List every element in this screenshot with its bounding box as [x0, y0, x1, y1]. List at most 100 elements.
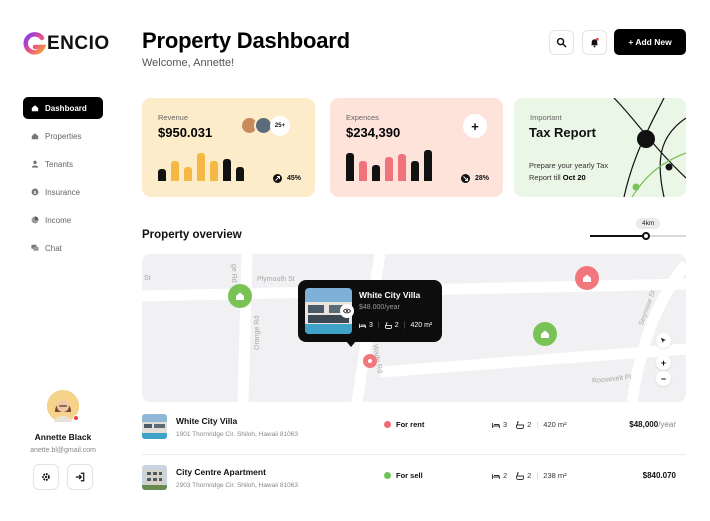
online-status-dot [73, 415, 79, 421]
bar [424, 150, 432, 181]
slider-track [646, 235, 686, 237]
map-pin-home[interactable] [575, 266, 599, 290]
bath-icon [516, 421, 525, 429]
distance-slider[interactable] [590, 232, 686, 240]
welcome-text: Welcome, Annette! [142, 57, 235, 69]
slider-knob[interactable] [642, 232, 650, 240]
more-avatars-badge: 25+ [270, 116, 290, 136]
avatar[interactable] [47, 390, 79, 422]
property-name: City Centre Apartment [176, 467, 266, 477]
page-title: Property Dashboard [142, 28, 350, 53]
expenses-card[interactable]: Expences $234,390 + 28% [330, 98, 503, 197]
property-specs: 2 2 | 238 m² [492, 471, 567, 480]
sidebar-item-insurance[interactable]: $ Insurance [23, 181, 103, 203]
logout-button[interactable] [67, 464, 93, 490]
search-button[interactable] [549, 30, 574, 55]
search-icon [556, 37, 567, 48]
property-address: 2903 Thornridge Cir. Shiloh, Hawaii 8106… [176, 482, 299, 489]
home-icon [541, 330, 549, 338]
property-popup[interactable]: White City Villa $48.000/year 3 | 2 | 420 … [298, 280, 442, 347]
bar [236, 167, 244, 181]
home-icon [236, 292, 244, 300]
tax-description: Prepare your yearly Tax Report till Oct … [529, 161, 609, 182]
popup-price: $48.000/year [359, 304, 400, 311]
bath-icon [384, 322, 392, 329]
add-new-button[interactable]: + Add New [614, 29, 686, 55]
sidebar-item-dashboard[interactable]: Dashboard [23, 97, 103, 119]
bar [411, 161, 419, 181]
map-pin-home[interactable] [228, 284, 252, 308]
revenue-avatars[interactable]: 25+ [240, 116, 290, 136]
table-row[interactable]: City Centre Apartment 2903 Thornridge Ci… [142, 459, 686, 499]
bed-icon [359, 323, 366, 329]
bar [385, 157, 393, 181]
trend-down-icon [460, 174, 470, 183]
brand-logo[interactable]: ENCIO [22, 31, 110, 57]
sidebar-nav: Dashboard Properties Tenants $ Insurance… [23, 97, 103, 265]
bath-icon [516, 472, 525, 480]
sidebar-item-properties[interactable]: Properties [23, 125, 103, 147]
popup-title: White City Villa [359, 290, 421, 300]
bar [346, 153, 354, 181]
add-expense-button[interactable]: + [463, 114, 487, 138]
building-icon [31, 132, 39, 140]
distance-label: 4km [636, 218, 661, 229]
bar [210, 161, 218, 181]
sidebar-item-label: Dashboard [45, 103, 87, 113]
zoom-out-button[interactable]: − [656, 371, 671, 386]
bar [398, 154, 406, 181]
bar [197, 153, 205, 181]
property-address: 1901 Thornridge Cir. Shiloh, Hawaii 8106… [176, 431, 299, 438]
chat-icon [31, 244, 39, 252]
notifications-button[interactable] [582, 30, 607, 55]
bar [359, 161, 367, 181]
bar [223, 159, 231, 181]
revenue-card[interactable]: Revenue $950.031 25+ 45% [142, 98, 315, 197]
revenue-label: Revenue [158, 113, 189, 122]
profile-name: Annette Black [34, 432, 92, 442]
tax-title: Tax Report [529, 125, 596, 140]
bar [158, 169, 166, 181]
view-icon[interactable] [340, 304, 354, 318]
logo-mark-icon [22, 32, 47, 56]
user-profile: Annette Black anette.bl@gmail.com [22, 390, 104, 490]
revenue-value: $950.031 [158, 125, 213, 140]
bar [184, 167, 192, 181]
revenue-change: 45% [272, 174, 301, 183]
map-pin-home[interactable] [533, 322, 557, 346]
expenses-change: 28% [460, 174, 489, 183]
dollar-icon: $ [31, 188, 39, 196]
sidebar-item-income[interactable]: Income [23, 209, 103, 231]
bed-icon [492, 473, 500, 479]
sidebar-item-label: Properties [45, 131, 82, 141]
logout-icon [75, 472, 85, 482]
expenses-label: Expences [346, 113, 379, 122]
slider-track-filled [590, 235, 646, 237]
gear-icon [42, 473, 50, 481]
divider [142, 454, 686, 455]
tax-report-card[interactable]: Important Tax Report Prepare your yearly… [514, 98, 686, 197]
popup-specs: 3 | 2 | 420 m² [359, 322, 432, 329]
settings-button[interactable] [33, 464, 59, 490]
property-price: $48,000/year [629, 420, 676, 429]
property-specs: 3 2 | 420 m² [492, 420, 567, 429]
property-thumbnail [142, 465, 167, 490]
home-icon [31, 104, 39, 112]
map-pin-selected[interactable] [363, 354, 377, 368]
svg-text:$: $ [34, 190, 37, 196]
sidebar-item-tenants[interactable]: Tenants [23, 153, 103, 175]
bell-icon [591, 37, 599, 48]
pie-chart-icon [31, 216, 39, 224]
zoom-in-button[interactable]: + [656, 355, 671, 370]
street-label: ge Rd [230, 264, 237, 283]
sidebar-item-label: Chat [45, 243, 62, 253]
sidebar-item-label: Insurance [45, 187, 81, 197]
sidebar-item-label: Income [45, 215, 72, 225]
home-icon [583, 274, 591, 282]
locate-button[interactable] [656, 333, 671, 348]
expenses-bar-chart [346, 147, 432, 181]
table-row[interactable]: White City Villa 1901 Thornridge Cir. Sh… [142, 408, 686, 448]
sidebar-item-chat[interactable]: Chat [23, 237, 103, 259]
section-title: Property overview [142, 229, 242, 241]
bar [372, 165, 380, 181]
